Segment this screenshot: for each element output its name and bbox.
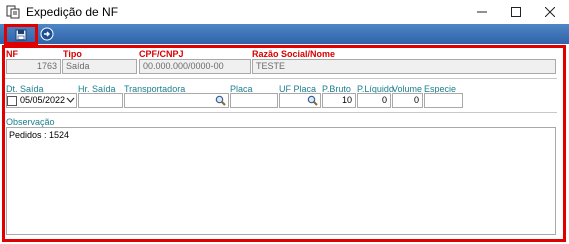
cpf-cnpj-label: CPF/CNPJ [139, 49, 184, 59]
nf-field[interactable]: 1763 [6, 59, 61, 74]
maximize-button[interactable] [499, 0, 533, 24]
toolbar [0, 24, 569, 44]
separator [5, 78, 557, 79]
document-icon [6, 5, 20, 19]
p-liquido-field[interactable]: 0 [357, 93, 391, 108]
tipo-field[interactable]: Saída [62, 59, 137, 74]
placa-field[interactable] [230, 93, 278, 108]
uf-placa-field[interactable] [279, 93, 321, 108]
magnifier-icon[interactable] [215, 95, 226, 106]
p-bruto-field[interactable]: 10 [322, 93, 356, 108]
observacao-textarea[interactable]: Pedidos : 1524 [6, 127, 556, 235]
save-button[interactable] [4, 24, 38, 45]
save-icon [15, 29, 27, 40]
transportadora-field[interactable] [124, 93, 229, 108]
observacao-label: Observação [6, 117, 55, 127]
magnifier-icon[interactable] [307, 95, 318, 106]
razao-social-field[interactable]: TESTE [252, 59, 556, 74]
tipo-label: Tipo [63, 49, 82, 59]
razao-social-label: Razão Social/Nome [252, 49, 336, 59]
minimize-button[interactable] [465, 0, 499, 24]
cpf-cnpj-field[interactable]: 00.000.000/0000-00 [139, 59, 251, 74]
hr-saida-field[interactable] [78, 93, 123, 108]
title-bar: Expedição de NF [0, 0, 569, 24]
maximize-icon [511, 7, 521, 17]
dt-saida-checkbox[interactable] [7, 96, 17, 106]
exit-icon[interactable] [40, 27, 54, 41]
window-title: Expedição de NF [26, 5, 119, 19]
chevron-down-icon[interactable] [66, 97, 75, 103]
volume-field[interactable]: 0 [392, 93, 423, 108]
separator [5, 112, 557, 113]
close-icon [545, 7, 555, 17]
minimize-icon [477, 11, 487, 13]
especie-field[interactable] [424, 93, 463, 108]
dt-saida-value: 05/05/2022 [20, 95, 66, 105]
close-button[interactable] [533, 0, 567, 24]
nf-label: NF [6, 49, 18, 59]
